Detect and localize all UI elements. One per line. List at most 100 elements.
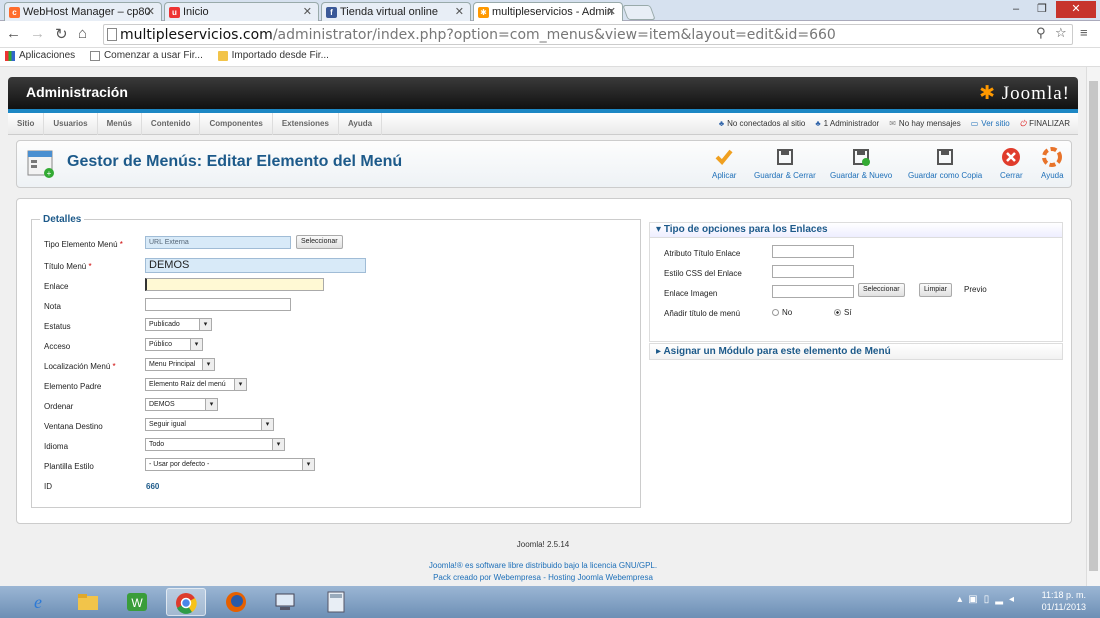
save-new-button[interactable]: Guardar & Nuevo — [830, 147, 892, 180]
select-value: - Usar por defecto - — [149, 461, 210, 468]
page-icon — [89, 50, 100, 61]
order-select[interactable]: DEMOS ▾ — [145, 398, 218, 411]
select-image-button[interactable]: Seleccionar — [858, 283, 905, 297]
url-input[interactable]: multipleservicios.com/administrator/inde… — [103, 24, 1073, 45]
bookmark-apps[interactable]: Aplicaciones — [5, 50, 75, 61]
battery-icon[interactable]: ▯ — [984, 594, 996, 605]
firefox-icon[interactable] — [216, 588, 256, 616]
menu-item-contenido[interactable]: Contenido — [142, 113, 201, 135]
menu-icon[interactable]: ≡ — [1080, 25, 1088, 40]
field-label: Enlace Imagen — [664, 289, 718, 298]
chevron-right-icon: ▸ — [656, 346, 662, 357]
zoom-icon[interactable]: ⚲ — [1036, 25, 1046, 41]
template-style-select[interactable]: - Usar por defecto - ▾ — [145, 458, 315, 471]
reload-icon[interactable]: ↻ — [55, 25, 68, 43]
link-css-input[interactable] — [772, 265, 854, 278]
scrollbar-thumb[interactable] — [1089, 81, 1098, 571]
access-select[interactable]: Público ▾ — [145, 338, 203, 351]
clock[interactable]: 11:18 p. m. 01/11/2013 — [1042, 589, 1086, 613]
bookmarks-bar: Aplicaciones Comenzar a usar Fir... Impo… — [0, 48, 1100, 67]
close-icon[interactable]: ✕ — [146, 5, 155, 18]
credit-text[interactable]: Pack creado por Webempresa - Hosting Joo… — [0, 573, 1086, 582]
maximize-icon[interactable]: ❐ — [1030, 1, 1054, 18]
close-icon[interactable]: ✕ — [303, 5, 312, 18]
field-anadir: Añadir título de menú No Sí — [664, 308, 852, 318]
forward-icon[interactable]: → — [30, 25, 45, 42]
field-label: Estatus — [44, 322, 71, 331]
view-site-link[interactable]: ▭ Ver sitio — [971, 113, 1010, 135]
word-icon[interactable]: W — [117, 588, 157, 616]
chevron-down-icon: ▾ — [234, 379, 246, 390]
admin-header: Administración ✱ Joomla! — [8, 77, 1078, 109]
parent-select[interactable]: Elemento Raíz del menú ▾ — [145, 378, 247, 391]
clear-image-button[interactable]: Limpiar — [919, 283, 952, 297]
browser-tab[interactable]: f Tienda virtual online ✕ — [321, 2, 471, 21]
minimize-icon[interactable]: – — [1004, 1, 1028, 18]
calculator-icon[interactable] — [316, 588, 356, 616]
home-icon[interactable]: ⌂ — [78, 25, 87, 42]
save-close-button[interactable]: Guardar & Cerrar — [754, 147, 816, 180]
close-icon[interactable]: ✕ — [455, 5, 464, 18]
status-text: No hay mensajes — [898, 119, 961, 128]
network-icon[interactable]: ▂ — [995, 594, 1009, 605]
link-title-attribute-input[interactable] — [772, 245, 854, 258]
logout-link[interactable]: ⏻ FINALIZAR — [1020, 113, 1070, 135]
title-input[interactable]: DEMOS — [145, 258, 366, 273]
link-image-input[interactable] — [772, 285, 854, 298]
button-label: Ayuda — [1041, 171, 1064, 180]
menu-item-sitio[interactable]: Sitio — [8, 113, 45, 135]
link-options-header[interactable]: ▾ Tipo de opciones para los Enlaces — [650, 223, 1062, 238]
radio-no[interactable]: No — [772, 308, 792, 317]
menu-item-menus[interactable]: Menús — [98, 113, 142, 135]
close-button[interactable]: Cerrar — [1000, 147, 1023, 180]
menu-item-extensiones[interactable]: Extensiones — [273, 113, 339, 135]
tray-arrow-icon[interactable]: ▴ — [957, 594, 968, 605]
close-icon[interactable]: ✕ — [607, 5, 616, 18]
tipo-input[interactable]: URL Externa — [145, 236, 291, 249]
admins-status: ♣ 1 Administrador — [815, 113, 879, 135]
select-type-button[interactable]: Seleccionar — [296, 235, 343, 249]
radio-si[interactable]: Sí — [834, 308, 852, 317]
close-window-icon[interactable]: ✕ — [1056, 1, 1096, 18]
link-input[interactable] — [145, 278, 324, 291]
field-imagen: Enlace Imagen Seleccionar Limpiar Previo — [664, 283, 987, 298]
chrome-icon[interactable] — [166, 588, 206, 616]
internet-explorer-icon[interactable]: e — [18, 588, 58, 616]
menu-item-componentes[interactable]: Componentes — [200, 113, 273, 135]
file-explorer-icon[interactable] — [68, 588, 108, 616]
save-copy-button[interactable]: Guardar como Copia — [908, 147, 982, 180]
required-mark: * — [119, 240, 123, 249]
bookmark-item[interactable]: Comenzar a usar Fir... — [89, 50, 203, 61]
svg-text:W: W — [131, 596, 143, 610]
help-button[interactable]: Ayuda — [1041, 147, 1064, 180]
messages-status[interactable]: ✉ No hay mensajes — [889, 113, 961, 135]
browser-tab-active[interactable]: ✱ multipleservicios - Admin ✕ — [473, 2, 623, 21]
chevron-down-icon: ▾ — [190, 339, 202, 350]
bookmark-folder[interactable]: Importado desde Fir... — [217, 50, 329, 61]
network-app-icon[interactable] — [266, 588, 306, 616]
chevron-down-icon: ▾ — [199, 319, 211, 330]
volume-icon[interactable]: ◂ — [1009, 594, 1020, 605]
tray-app-icon[interactable]: ▣ — [968, 594, 983, 605]
star-icon[interactable]: ☆ — [1055, 25, 1067, 41]
status-select[interactable]: Publicado ▾ — [145, 318, 212, 331]
back-icon[interactable]: ← — [6, 25, 21, 42]
menu-item-ayuda[interactable]: Ayuda — [339, 113, 383, 135]
apply-button[interactable]: Aplicar — [712, 147, 736, 180]
menu-item-usuarios[interactable]: Usuarios — [44, 113, 98, 135]
language-select[interactable]: Todo ▾ — [145, 438, 285, 451]
note-input[interactable] — [145, 298, 291, 311]
browser-tab[interactable]: u Inicio ✕ — [164, 2, 319, 21]
target-window-select[interactable]: Seguir igual ▾ — [145, 418, 274, 431]
location-select[interactable]: Menu Principal ▾ — [145, 358, 215, 371]
scrollbar[interactable] — [1086, 67, 1100, 586]
field-label: Nota — [44, 302, 61, 311]
new-tab-button[interactable] — [622, 5, 656, 20]
select-value: Menu Principal — [149, 361, 196, 368]
module-assign-panel[interactable]: ▸ Asignar un Módulo para este elemento d… — [649, 343, 1063, 360]
toolbar: + Gestor de Menús: Editar Elemento del M… — [16, 140, 1072, 188]
monitor-icon: ▭ — [970, 119, 979, 128]
browser-tab[interactable]: c WebHost Manager – cp80 ✕ — [4, 2, 162, 21]
facebook-icon: f — [326, 7, 337, 18]
license-text[interactable]: Joomla!® es software libre distribuido b… — [0, 561, 1086, 570]
